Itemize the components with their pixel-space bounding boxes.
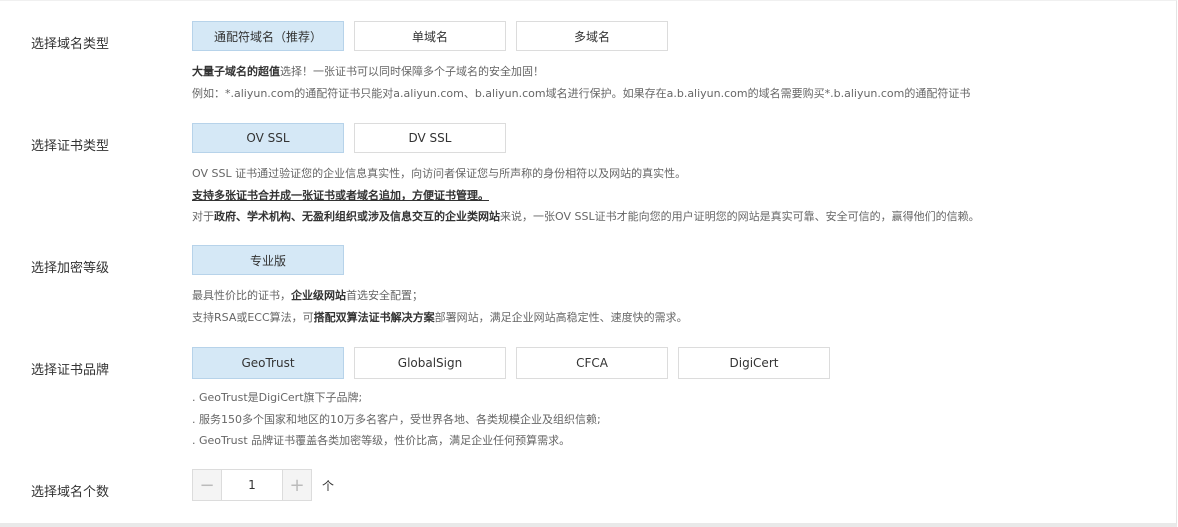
option-digicert[interactable]: DigiCert	[678, 347, 830, 379]
encrypt-level-desc-line2: 支持RSA或ECC算法，可搭配双算法证书解决方案部署网站，满足企业网站高稳定性、…	[192, 310, 688, 324]
domain-type-desc-line1: 大量子域名的超值选择！一张证书可以同时保障多个子域名的安全加固！	[192, 65, 544, 78]
domain-count-stepper: − +	[192, 469, 312, 501]
cert-type-desc-line3: 对于政府、学术机构、无盈利组织或涉及信息交互的企业类网站来说，一张OV SSL证…	[192, 210, 980, 223]
cert-type-description: OV SSL 证书通过验证您的企业信息真实性，向访问者保证您与所声称的身份相符以…	[192, 163, 980, 228]
option-multi-domain[interactable]: 多域名	[516, 21, 668, 51]
brand-desc-line3: . GeoTrust 品牌证书覆盖各类加密等级，性价比高，满足企业任何预算需求。	[192, 434, 571, 447]
domain-count-label: 选择域名个数	[31, 485, 110, 500]
option-geotrust[interactable]: GeoTrust	[192, 347, 344, 379]
brand-desc-line1: . GeoTrust是DigiCert旗下子品牌;	[192, 391, 363, 404]
domain-type-label: 选择域名类型	[31, 37, 110, 52]
option-professional[interactable]: 专业版	[192, 245, 344, 275]
cert-type-label: 选择证书类型	[31, 139, 110, 154]
option-single-domain[interactable]: 单域名	[354, 21, 506, 51]
domain-type-description: 大量子域名的超值选择！一张证书可以同时保障多个子域名的安全加固！ 例如：*.al…	[192, 61, 970, 104]
domain-count-input[interactable]	[222, 470, 282, 500]
option-globalsign[interactable]: GlobalSign	[354, 347, 506, 379]
encrypt-level-description: 最具性价比的证书，企业级网站首选安全配置； 支持RSA或ECC算法，可搭配双算法…	[192, 285, 688, 328]
brand-label: 选择证书品牌	[31, 363, 110, 378]
option-dv-ssl[interactable]: DV SSL	[354, 123, 506, 153]
brand-description: . GeoTrust是DigiCert旗下子品牌; . 服务150多个国家和地区…	[192, 387, 601, 452]
cert-type-desc-line2: 支持多张证书合并成一张证书或者域名追加，方便证书管理。	[192, 188, 489, 202]
encrypt-level-label: 选择加密等级	[31, 261, 110, 276]
cert-type-desc-line1: OV SSL 证书通过验证您的企业信息真实性，向访问者保证您与所声称的身份相符以…	[192, 167, 687, 180]
option-wildcard-domain[interactable]: 通配符域名（推荐）	[192, 21, 344, 51]
encrypt-level-desc-line1: 最具性价比的证书，企业级网站首选安全配置；	[192, 289, 423, 302]
domain-type-desc-line2: 例如：*.aliyun.com的通配符证书只能对a.aliyun.com、b.a…	[192, 86, 971, 100]
minus-button[interactable]: −	[193, 470, 222, 500]
option-cfca[interactable]: CFCA	[516, 347, 668, 379]
option-ov-ssl[interactable]: OV SSL	[192, 123, 344, 153]
plus-button[interactable]: +	[282, 470, 311, 500]
brand-desc-line2: . 服务150多个国家和地区的10万多名客户，受世界各地、各类规模企业及组织信赖…	[192, 412, 601, 426]
domain-count-unit: 个	[322, 479, 335, 493]
